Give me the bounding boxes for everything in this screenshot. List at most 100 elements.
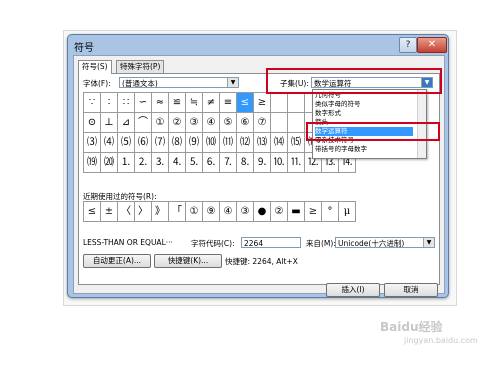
symbol-cell[interactable]: ≌ (169, 93, 186, 113)
symbol-cell[interactable]: ⒉ (135, 153, 152, 173)
dropdown-item[interactable]: 带括号的字母数字 (315, 145, 413, 154)
symbol-cell[interactable]: ⊥ (101, 113, 118, 133)
symbol-cell[interactable]: ⊙ (84, 113, 101, 133)
symbol-cell[interactable]: ⑶ (84, 133, 101, 153)
symbol-cell[interactable] (271, 93, 288, 113)
font-select-value: (普通文本) (122, 79, 158, 88)
from-label: 来自(M): (306, 239, 336, 248)
symbol-cell[interactable]: ⒑ (271, 153, 288, 173)
symbol-cell[interactable]: ⒋ (169, 153, 186, 173)
symbol-cell[interactable]: ∶ (101, 93, 118, 113)
symbol-cell[interactable]: ≈ (152, 93, 169, 113)
symbol-cell[interactable]: ⑻ (169, 133, 186, 153)
symbol-cell[interactable] (288, 93, 305, 113)
recent-symbol[interactable]: ± (101, 202, 118, 222)
symbol-cell[interactable]: ② (169, 113, 186, 133)
recent-symbols-row: ≤ ± 〈〉》「① ⑨ ④ ③ ● ② ▬ ≥ ° μ (83, 201, 356, 222)
recent-symbol[interactable]: ④ (220, 202, 237, 222)
symbol-cell[interactable]: ⊿ (118, 113, 135, 133)
symbol-cell[interactable]: ⑺ (152, 133, 169, 153)
symbol-cell[interactable]: ⑼ (186, 133, 203, 153)
dropdown-item[interactable]: 类似字母的符号 (315, 100, 413, 109)
symbol-cell[interactable]: ⑸ (118, 133, 135, 153)
dropdown-item[interactable]: 箭头 (315, 118, 413, 127)
symbols-panel: 字体(F): (普通文本) ▼ 子集(U): 数学运算符 ▼ ∵ ∶ ∷ ∽ ≈ ≌ ≒ ≠ ≡… (78, 73, 440, 285)
symbol-cell[interactable]: ⒆ (84, 153, 101, 173)
watermark-logo: Baidu经验 (380, 320, 443, 334)
dropdown-item[interactable]: 几何符号 (315, 91, 413, 100)
char-code-input[interactable]: 2264 (241, 237, 301, 248)
symbol-cell[interactable]: ∷ (118, 93, 135, 113)
symbol-cell[interactable]: ⒌ (186, 153, 203, 173)
symbol-cell[interactable]: ⒊ (152, 153, 169, 173)
chevron-down-icon: ▼ (421, 78, 432, 87)
recent-symbol[interactable]: μ (339, 202, 356, 222)
watermark-url: jingyan.baidu.com (404, 336, 478, 345)
symbol-cell[interactable]: ④ (203, 113, 220, 133)
subset-select-value: 数学运算符 (314, 79, 352, 88)
symbol-cell[interactable]: ⒐ (254, 153, 271, 173)
tab-special-characters[interactable]: 特殊字符(P) (116, 60, 165, 73)
dropdown-item[interactable]: 零杂技术符号 (315, 136, 413, 145)
symbol-cell[interactable]: ∽ (135, 93, 152, 113)
recent-symbol[interactable]: 「 (169, 202, 186, 222)
symbol-cell-selected[interactable]: ≤ (237, 93, 254, 113)
symbol-cell[interactable]: ⒍ (203, 153, 220, 173)
recent-symbol[interactable]: ● (254, 202, 271, 222)
recent-symbol[interactable]: ° (322, 202, 339, 222)
symbol-cell[interactable]: ⒒ (288, 153, 305, 173)
symbol-cell[interactable]: ⑹ (135, 133, 152, 153)
symbol-cell[interactable]: ① (152, 113, 169, 133)
recent-symbol[interactable]: 〈 (118, 202, 135, 222)
recent-symbol[interactable]: 〉 (135, 202, 152, 222)
autocorrect-button[interactable]: 自动更正(A)... (83, 254, 151, 268)
symbol-cell[interactable]: ⒈ (118, 153, 135, 173)
symbol-cell[interactable]: ≥ (254, 93, 271, 113)
recent-symbol[interactable]: ≥ (305, 202, 322, 222)
title-bar[interactable]: 符号 ? ✕ (68, 35, 448, 55)
symbol-cell[interactable]: ⑿ (237, 133, 254, 153)
symbol-cell[interactable]: ⌒ (135, 113, 152, 133)
symbol-cell[interactable] (288, 113, 305, 133)
recent-symbol[interactable]: ≤ (84, 202, 101, 222)
char-code-label: 字符代码(C): (191, 239, 235, 248)
symbol-cell[interactable]: ⑽ (203, 133, 220, 153)
recent-symbol[interactable]: ⑨ (203, 202, 220, 222)
insert-button[interactable]: 插入(I) (326, 283, 380, 297)
dropdown-item[interactable]: 数字形式 (315, 109, 413, 118)
symbol-cell[interactable]: ⑷ (101, 133, 118, 153)
symbol-cell[interactable]: ⑦ (254, 113, 271, 133)
symbol-cell[interactable]: ≡ (220, 93, 237, 113)
recent-symbol[interactable]: ▬ (288, 202, 305, 222)
symbol-cell[interactable]: ⒂ (288, 133, 305, 153)
cancel-button[interactable]: 取消 (384, 283, 438, 297)
tab-symbols[interactable]: 符号(S) (78, 60, 112, 74)
shortcut-key-button[interactable]: 快捷键(K)... (154, 254, 222, 268)
recent-symbol[interactable]: ③ (237, 202, 254, 222)
symbol-cell[interactable]: ⒁ (271, 133, 288, 153)
recent-symbol[interactable]: ② (271, 202, 288, 222)
from-select[interactable]: Unicode(十六进制) ▼ (335, 237, 435, 248)
symbol-cell[interactable]: ⑥ (237, 113, 254, 133)
symbol-cell[interactable]: ⑾ (220, 133, 237, 153)
close-button[interactable]: ✕ (417, 37, 447, 53)
symbol-cell[interactable]: ⒎ (220, 153, 237, 173)
symbol-cell[interactable]: ≠ (203, 93, 220, 113)
symbol-cell[interactable]: ⑤ (220, 113, 237, 133)
symbol-cell[interactable]: ⒀ (254, 133, 271, 153)
symbol-cell[interactable]: ⒇ (101, 153, 118, 173)
font-select[interactable]: (普通文本) ▼ (119, 77, 239, 88)
help-button[interactable]: ? (399, 37, 417, 53)
symbol-cell[interactable]: ⒏ (237, 153, 254, 173)
symbol-cell[interactable]: ③ (186, 113, 203, 133)
recent-symbol[interactable]: 》 (152, 202, 169, 222)
recent-symbol[interactable]: ① (186, 202, 203, 222)
dropdown-item-selected[interactable]: 数学运算符 (315, 127, 413, 136)
subset-dropdown-list[interactable]: 几何符号 类似字母的符号 数字形式 箭头 数学运算符 零杂技术符号 带括号的字母… (312, 89, 427, 159)
symbol-cell[interactable]: ≒ (186, 93, 203, 113)
dialog-title: 符号 (74, 43, 94, 54)
dropdown-scrollbar[interactable] (417, 90, 426, 158)
symbol-cell[interactable]: ∵ (84, 93, 101, 113)
subset-select[interactable]: 数学运算符 ▼ (311, 77, 433, 88)
symbol-cell[interactable] (271, 113, 288, 133)
